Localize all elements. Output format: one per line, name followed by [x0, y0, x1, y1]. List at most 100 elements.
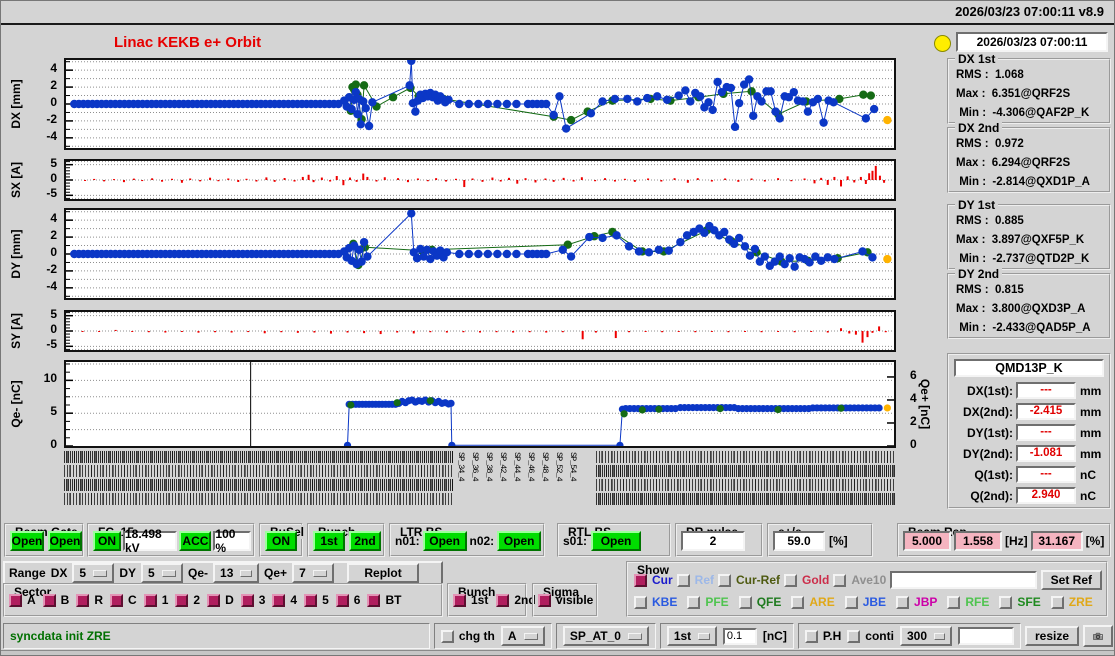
replot-button[interactable]: Replot [347, 563, 420, 583]
sector-checkbox-5[interactable]: 5 [304, 593, 329, 607]
monitor-select-panel: SP_AT_0 [555, 623, 656, 649]
sector-checkbox-2[interactable]: 2 [175, 593, 200, 607]
show-jbp-checkbox[interactable]: JBP [896, 595, 937, 609]
bunch-select[interactable]: 1st [666, 626, 717, 646]
max-value: Max : 3.897@QXF5P_K [956, 234, 1085, 246]
set-ref-button[interactable]: Set Ref [1040, 570, 1102, 590]
sector-checkbox-b[interactable]: B [42, 593, 69, 607]
bunch-threshold-panel: 1st [nC] [659, 623, 794, 649]
show-jbe-checkbox[interactable]: JBE [844, 595, 886, 609]
range-dx-select[interactable]: 5 [72, 563, 115, 583]
range-qe-minus-select[interactable]: 13 [213, 563, 260, 583]
option-menu-glyph [934, 632, 945, 640]
show-rfe-checkbox[interactable]: RFE [947, 595, 989, 609]
ref-name-input[interactable] [890, 571, 1037, 589]
show-zre-checkbox[interactable]: ZRE [1050, 595, 1093, 609]
sector-checkbox-c[interactable]: C [110, 593, 137, 607]
window-titlebar: 2026/03/23 07:00:11 v8.9 [1, 1, 1114, 25]
max-value: Max : 6.294@QRF2S [956, 157, 1071, 169]
dr-pulse-readout: 2 [681, 531, 745, 551]
show-ref-checkbox[interactable]: Ref [676, 573, 714, 587]
show-qfe-checkbox[interactable]: QFE [738, 595, 781, 609]
qe-minus-axis-ticks: 10 5 0 [43, 371, 57, 451]
beam-gate-open-button-2[interactable]: Open [48, 531, 82, 551]
beam-rep-value-2: 1.558 [954, 531, 1002, 551]
n02-label: n02: [469, 534, 495, 548]
titlebar-clock-version: 2026/03/23 07:00:11 v8.9 [955, 4, 1104, 19]
sector-checkbox-r[interactable]: R [76, 593, 103, 607]
show-pfe-checkbox[interactable]: PFE [687, 595, 729, 609]
sector-checkbox-3[interactable]: 3 [240, 593, 265, 607]
sector-checkbox-4[interactable]: 4 [272, 593, 297, 607]
points-select[interactable]: 300 [899, 626, 952, 646]
max-value: Max : 3.800@QXD3P_A [956, 303, 1086, 315]
resize-button[interactable]: resize [1024, 626, 1079, 646]
chg-th-panel: chg th A [433, 623, 552, 649]
option-menu-glyph [312, 569, 328, 577]
fc15-on-button[interactable]: ON [93, 531, 121, 551]
s01-label: s01: [563, 534, 588, 548]
show-kbe-checkbox[interactable]: KBE [634, 595, 677, 609]
dy-2nd-readout: -1.081 [1016, 445, 1076, 462]
ltr-n02-open-button[interactable]: Open [497, 531, 541, 551]
rms-value: RMS : 0.815 [956, 284, 1024, 296]
rms-value: RMS : 0.972 [956, 138, 1024, 150]
e-ratio-readout: 59.0 [773, 531, 825, 551]
threshold-select[interactable]: A [500, 626, 545, 646]
sector-checkbox-a[interactable]: A [9, 593, 36, 607]
monitor-select[interactable]: SP_AT_0 [562, 626, 649, 646]
sx-axis-ticks: 5 0 -5 [46, 155, 57, 201]
monitor-row: Q(1st): --- nC [974, 466, 1096, 483]
show-sfe-checkbox[interactable]: SFE [999, 595, 1041, 609]
ltr-n01-open-button[interactable]: Open [422, 531, 467, 551]
page-title: Linac KEKB e+ Orbit [114, 34, 262, 51]
charge-threshold-input[interactable] [722, 627, 757, 645]
option-menu-glyph [240, 569, 253, 577]
dx-2nd-readout: -2.415 [1016, 403, 1076, 420]
screenshot-button[interactable] [1083, 625, 1113, 647]
show-cur-checkbox[interactable]: Cur [634, 573, 673, 587]
show-are-checkbox[interactable]: ARE [791, 595, 835, 609]
rtl-s01-open-button[interactable]: Open [591, 531, 642, 551]
option-menu-glyph [523, 632, 538, 640]
bunch-1st-button[interactable]: 1st [313, 531, 345, 551]
show-group: Show Cur Ref Cur-Ref Gold Ave10 Set Ref … [626, 561, 1108, 617]
e-ratio-group: e+/e- 59.0 [%] [767, 523, 873, 557]
sector-checkbox-bt[interactable]: BT [367, 593, 401, 607]
fc15-acc-button[interactable]: ACC [179, 531, 212, 551]
beam-gate-open-button-1[interactable]: Open [10, 531, 44, 551]
sector-checkbox-d[interactable]: D [207, 593, 234, 607]
qe-minus-axis-label: Qe- [nC] [9, 380, 23, 428]
bunch-2nd-checkbox[interactable]: 2nd [496, 593, 536, 607]
chg-th-checkbox[interactable]: chg th [440, 629, 495, 643]
dy-axis-ticks: 4 2 0 -2 -4 [46, 211, 57, 293]
bpm-names-noise-right [596, 451, 896, 509]
sigma-visible-checkbox[interactable]: visible [538, 593, 593, 607]
range-dy-select[interactable]: 5 [141, 563, 184, 583]
conti-checkbox[interactable]: conti [847, 629, 894, 643]
monitor-name[interactable]: QMD13P_K [954, 359, 1104, 377]
qe-plus-axis-ticks: 6420 [910, 367, 917, 451]
show-ave10-checkbox[interactable]: Ave10 [833, 573, 886, 587]
busel-on-button[interactable]: ON [265, 531, 297, 551]
status-message: syncdata init ZRE [10, 629, 111, 643]
extra-input[interactable] [957, 627, 1014, 645]
dy-1st-readout: --- [1016, 424, 1076, 441]
status-message-panel: syncdata init ZRE [3, 623, 430, 649]
beam-rep-value-1: 5.000 [903, 531, 951, 551]
dr-pulse-group: DR pulse 2 [675, 523, 763, 557]
beam-rep-value-3: 31.167 [1030, 531, 1083, 551]
ph-checkbox[interactable]: P.H [804, 629, 841, 643]
application-window: 2026/03/23 07:00:11 v8.9 Linac KEKB e+ O… [0, 0, 1115, 656]
dy-1st-stats: DY 1st RMS : 0.885 Max : 3.897@QXF5P_K M… [947, 198, 1111, 270]
sector-checkbox-6[interactable]: 6 [335, 593, 360, 607]
bunch-1st-checkbox[interactable]: 1st [453, 593, 488, 607]
show-gold-checkbox[interactable]: Gold [784, 573, 829, 587]
rtl-bs-group: RTL BS s01: Open [557, 523, 671, 557]
range-qe-plus-select[interactable]: 7 [292, 563, 335, 583]
show-cur-ref-checkbox[interactable]: Cur-Ref [718, 573, 780, 587]
selected-monitor-panel: QMD13P_K DX(1st): --- mm DX(2nd): -2.415 mm … [947, 353, 1111, 509]
range-bar: Range DX 5 DY 5 Qe- 13 Qe+ 7 Replot [3, 561, 443, 585]
bunch-2nd-button[interactable]: 2nd [349, 531, 381, 551]
sector-checkbox-1[interactable]: 1 [143, 593, 168, 607]
